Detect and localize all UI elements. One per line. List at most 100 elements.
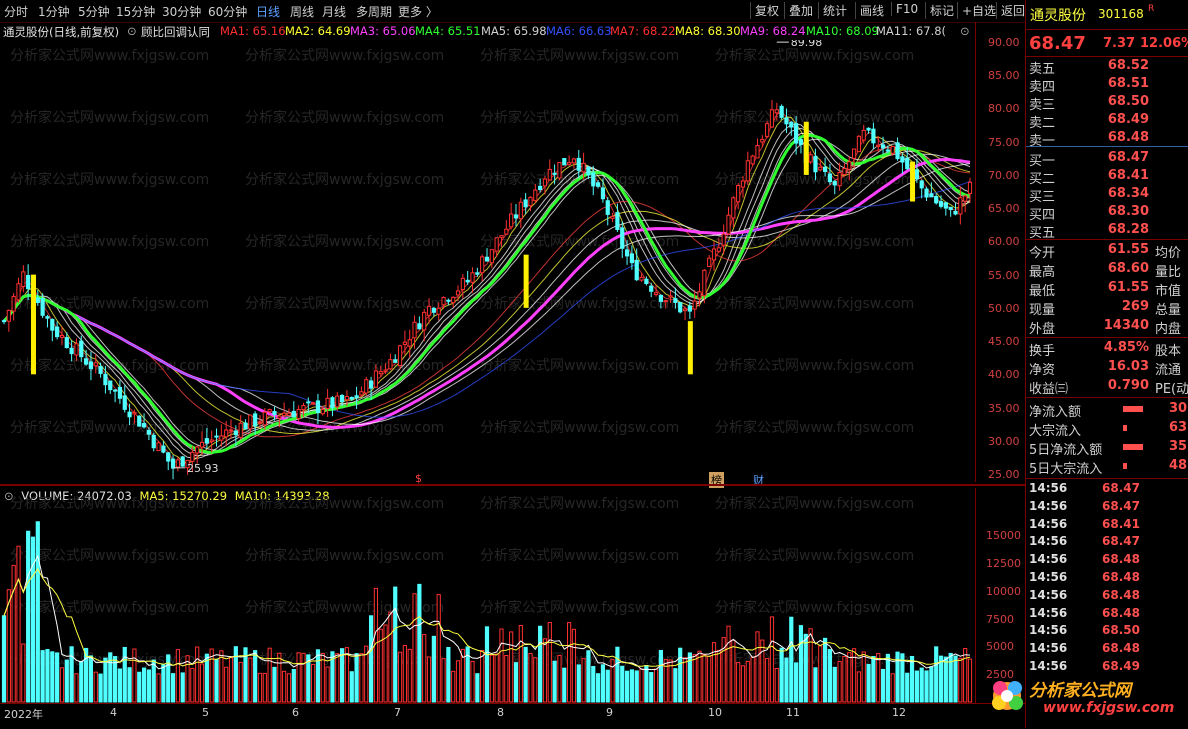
candle-body	[455, 290, 461, 296]
candle-body	[161, 445, 166, 453]
flow-value: 48:	[1169, 458, 1188, 473]
volume-bar	[943, 656, 948, 703]
candle-body	[64, 337, 69, 349]
volume-bar	[538, 625, 543, 703]
toolbar-button[interactable]: 标记	[925, 2, 954, 19]
stats2-row: 净资 16.03 流通	[1029, 359, 1187, 378]
volume-bar	[489, 654, 494, 703]
candle-body	[480, 256, 485, 274]
tick-row[interactable]: 14:56 68.50	[1029, 623, 1187, 641]
tick-row[interactable]: 14:56 68.47	[1029, 481, 1187, 499]
tick-row[interactable]: 14:56 68.48	[1029, 588, 1187, 606]
bids-label: 买四	[1029, 208, 1056, 223]
candle-body	[731, 197, 736, 219]
period-tab[interactable]: 日线	[256, 3, 280, 20]
candle-body	[364, 379, 369, 394]
candle-body	[842, 168, 847, 176]
volume-bar	[253, 650, 258, 703]
date-tick-label: 5	[202, 706, 209, 719]
stats2-value: 16.03	[1107, 359, 1149, 374]
volume-bar	[649, 672, 654, 703]
tick-price: 68.48	[1102, 552, 1140, 567]
candle-body	[779, 105, 784, 118]
asks-label: 卖三	[1029, 98, 1056, 113]
asks-row[interactable]: 卖四 68.51	[1029, 76, 1187, 95]
bids-row[interactable]: 买一 68.47	[1029, 150, 1187, 169]
candle-body	[417, 323, 422, 330]
period-tab[interactable]: 1分钟	[38, 3, 70, 20]
period-tab[interactable]: 多周期	[356, 3, 392, 20]
tick-row[interactable]: 14:56 68.48	[1029, 641, 1187, 659]
bids-price: 68.34	[1107, 186, 1149, 201]
stats1-row: 最高 68.60 量比	[1029, 261, 1187, 280]
period-tab[interactable]: 更多 〉	[398, 3, 438, 20]
asks-row[interactable]: 卖五 68.52	[1029, 58, 1187, 77]
toolbar-button[interactable]: 返回	[996, 2, 1025, 19]
flow-label: 5日净流入额	[1029, 443, 1103, 458]
tick-row[interactable]: 14:56 68.48	[1029, 606, 1187, 624]
volume-bar	[909, 655, 915, 703]
toolbar-button[interactable]: 叠加	[784, 2, 813, 19]
volume-tick-label: 12500	[986, 557, 1021, 571]
volume-bar	[552, 660, 557, 703]
volume-bar	[195, 646, 200, 703]
bids-row[interactable]: 买二 68.41	[1029, 168, 1187, 187]
tick-row[interactable]: 14:56 68.41	[1029, 517, 1187, 535]
volume-bar	[267, 647, 272, 703]
volume-bar	[861, 651, 866, 703]
period-tab[interactable]: 5分钟	[78, 3, 110, 20]
volume-bar	[769, 616, 775, 703]
candle-body	[344, 396, 350, 401]
tick-time: 14:56	[1029, 623, 1068, 638]
candle-body	[837, 172, 842, 187]
asks-row[interactable]: 卖三 68.50	[1029, 94, 1187, 113]
bids-row[interactable]: 买五 68.28	[1029, 222, 1187, 241]
pane-separator[interactable]	[0, 484, 1025, 486]
period-tab[interactable]: 15分钟	[116, 3, 155, 20]
candle-body	[50, 318, 55, 331]
toolbar-button[interactable]: +自选	[957, 2, 996, 19]
period-tab[interactable]: 月线	[322, 3, 346, 20]
tick-row[interactable]: 14:56 68.47	[1029, 499, 1187, 517]
candle-body	[760, 138, 765, 143]
bids-row[interactable]: 买四 68.30	[1029, 204, 1187, 223]
tick-row[interactable]: 14:56 68.48	[1029, 552, 1187, 570]
period-tab[interactable]: 周线	[290, 3, 314, 20]
toolbar-button[interactable]: 复权	[750, 2, 779, 19]
price-tick-label: 50.00	[988, 301, 1020, 315]
ma-label: MA1: 65.16	[220, 24, 286, 38]
period-tab[interactable]: 30分钟	[162, 3, 201, 20]
toolbar-button[interactable]: 统计	[818, 2, 847, 19]
divider	[1026, 397, 1188, 398]
indicator-name[interactable]: 顾比回调认同	[141, 24, 210, 40]
tick-row[interactable]: 14:56 68.47	[1029, 534, 1187, 552]
dropdown-icon[interactable]: ⊙	[127, 24, 137, 38]
period-tab[interactable]: 60分钟	[208, 3, 247, 20]
candle-body	[866, 127, 871, 131]
volume-bar	[21, 643, 26, 703]
quote-panel: 通灵股份 301168 R 68.47 7.37 12.06% 卖五68.52卖…	[1025, 0, 1188, 728]
candlestick-chart[interactable]: 分析家公式网www.fxjgsw.com 分析家公式网www.fxjgsw.com…	[0, 40, 975, 484]
tick-row[interactable]: 14:56 68.48	[1029, 570, 1187, 588]
candle-body	[963, 195, 968, 202]
stock-label[interactable]: 通灵股份(日线,前复权)	[3, 24, 119, 40]
price-tick-label: 75.00	[988, 135, 1020, 149]
candle-body	[132, 411, 137, 415]
candle-body	[668, 295, 673, 298]
settings-icon[interactable]: ⊙	[960, 24, 970, 38]
bids-row[interactable]: 买三 68.34	[1029, 186, 1187, 205]
toolbar-button[interactable]: 画线	[855, 2, 884, 19]
asks-row[interactable]: 卖二 68.49	[1029, 112, 1187, 131]
toolbar-button[interactable]: F10	[891, 2, 918, 16]
volume-bar	[789, 616, 794, 703]
volume-bar	[533, 657, 538, 703]
candle-body	[745, 160, 750, 182]
period-tab[interactable]: 分时	[4, 3, 28, 20]
candle-body	[117, 386, 123, 399]
bids-price: 68.41	[1107, 168, 1149, 183]
ma-label: MA4: 65.51	[415, 24, 481, 38]
candle-body	[687, 305, 692, 312]
volume-bar	[509, 631, 514, 703]
divider	[1026, 146, 1188, 147]
volume-chart[interactable]: 分析家公式网www.fxjgsw.com 分析家公式网www.fxjgsw.com…	[0, 488, 975, 703]
